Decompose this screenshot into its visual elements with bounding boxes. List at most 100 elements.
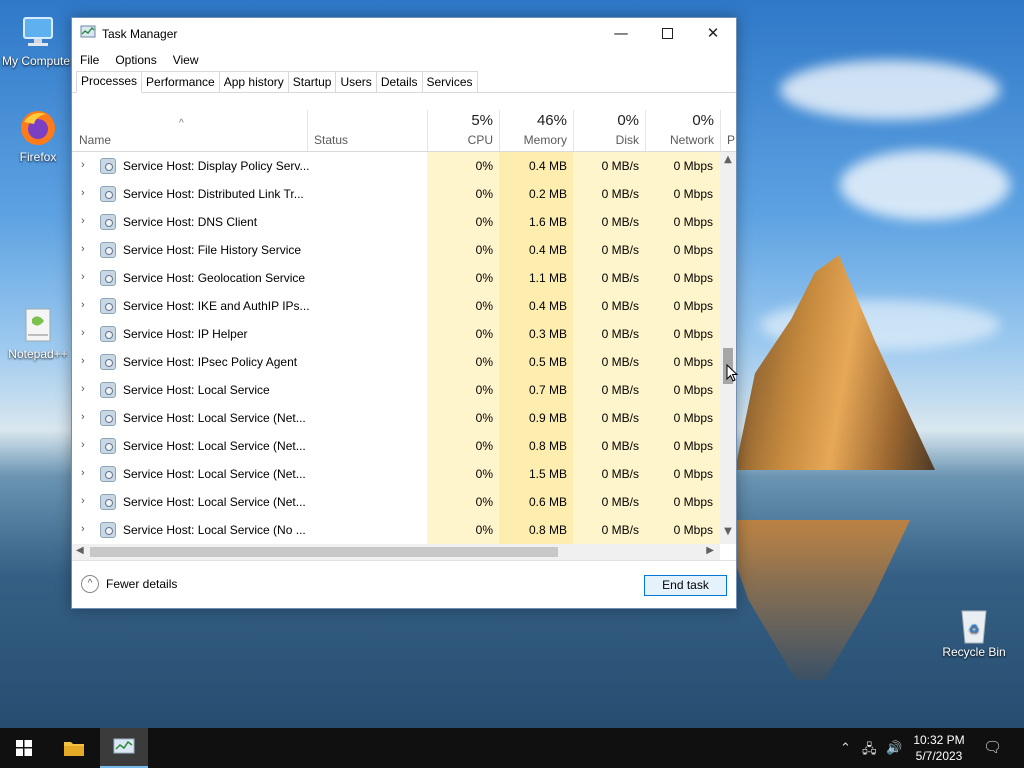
scroll-right-icon[interactable]: ▶	[706, 545, 714, 556]
chevron-right-icon[interactable]: ›	[81, 159, 85, 171]
vertical-scrollbar[interactable]: ▲ ▼	[720, 152, 736, 544]
chevron-right-icon[interactable]: ›	[81, 215, 85, 227]
chevron-right-icon[interactable]: ›	[81, 467, 85, 479]
desktop-icon-recycle-bin[interactable]: ♻ Recycle Bin	[936, 603, 1012, 659]
horizontal-scroll-thumb[interactable]	[90, 547, 558, 557]
table-row[interactable]: › Service Host: Local Service (Net... 0% 0.…	[72, 404, 720, 432]
tab-processes[interactable]: Processes	[76, 71, 143, 93]
taskbar-task-manager[interactable]	[100, 728, 148, 768]
scroll-down-icon[interactable]: ▼	[720, 526, 736, 542]
table-row[interactable]: › Service Host: Display Policy Serv... 0% 0…	[72, 152, 720, 180]
process-cpu: 0%	[475, 383, 493, 397]
system-clock[interactable]: 10:32 PM 5/7/2023	[905, 732, 973, 764]
table-row[interactable]: › Service Host: Local Service (Net... 0% 0.…	[72, 488, 720, 516]
table-row[interactable]: › Service Host: IP Helper 0% 0.3 MB 0 MB/s 0 …	[72, 320, 720, 348]
service-gear-icon	[100, 466, 116, 482]
tab-bar: Processes Performance App history Startu…	[72, 71, 736, 93]
tab-startup[interactable]: Startup	[287, 71, 337, 92]
process-cpu: 0%	[475, 271, 493, 285]
chevron-right-icon[interactable]: ›	[81, 439, 85, 451]
network-icon[interactable]: 🖧	[862, 740, 877, 762]
power-label: P	[727, 133, 736, 147]
process-memory: 1.1 MB	[528, 271, 567, 285]
table-row[interactable]: › Service Host: File History Service 0% 0.4…	[72, 236, 720, 264]
minimize-button[interactable]: —	[598, 18, 644, 48]
close-button[interactable]: ✕	[690, 18, 736, 48]
chevron-right-icon[interactable]: ›	[81, 495, 85, 507]
column-header-name[interactable]: Name	[79, 133, 111, 147]
tab-performance[interactable]: Performance	[141, 71, 220, 92]
table-row[interactable]: › Service Host: Local Service (Net... 0% 0.…	[72, 432, 720, 460]
service-gear-icon	[100, 494, 116, 510]
column-header-disk[interactable]: 0% Disk	[573, 110, 645, 151]
service-gear-icon	[100, 410, 116, 426]
desktop-icon-label: My Computer	[1, 54, 75, 68]
service-gear-icon	[100, 186, 116, 202]
menu-file[interactable]: File	[80, 53, 99, 67]
column-header-cpu[interactable]: 5% CPU	[427, 110, 499, 151]
chevron-right-icon[interactable]: ›	[81, 243, 85, 255]
folder-icon	[64, 742, 84, 756]
table-row[interactable]: › Service Host: IKE and AuthIP IPs... 0% 0.…	[72, 292, 720, 320]
start-button[interactable]	[0, 728, 48, 768]
menu-options[interactable]: Options	[115, 53, 156, 67]
process-disk: 0 MB/s	[601, 355, 639, 369]
recycle-bin-icon: ♻	[954, 603, 994, 644]
table-row[interactable]: › Service Host: Distributed Link Tr... 0% 0…	[72, 180, 720, 208]
table-row[interactable]: › Service Host: DNS Client 0% 1.6 MB 0 MB/s 0…	[72, 208, 720, 236]
title-bar[interactable]: Task Manager — ✕	[72, 18, 736, 49]
fewer-details-link[interactable]: Fewer details	[106, 577, 177, 591]
menu-view[interactable]: View	[173, 53, 199, 67]
chevron-right-icon[interactable]: ›	[81, 327, 85, 339]
status-label: Status	[314, 133, 349, 147]
process-name: Service Host: Distributed Link Tr...	[123, 187, 304, 201]
desktop-icon-label: Notepad++	[8, 347, 68, 361]
chevron-right-icon[interactable]: ›	[81, 355, 85, 367]
maximize-button[interactable]	[644, 18, 690, 48]
column-header-network[interactable]: 0% Network	[645, 110, 720, 151]
scroll-up-icon[interactable]: ▲	[720, 154, 736, 170]
table-row[interactable]: › Service Host: IPsec Policy Agent 0% 0.5 M…	[72, 348, 720, 376]
process-name: Service Host: Local Service (No ...	[123, 523, 306, 537]
cloud	[840, 150, 1010, 220]
table-row[interactable]: › Service Host: Local Service (Net... 0% 1.…	[72, 460, 720, 488]
chevron-right-icon[interactable]: ›	[81, 383, 85, 395]
tab-services[interactable]: Services	[421, 71, 478, 92]
service-gear-icon	[100, 382, 116, 398]
process-name: Service Host: Local Service (Net...	[123, 439, 306, 453]
table-row[interactable]: › Service Host: Geolocation Service 0% 1.1 …	[72, 264, 720, 292]
chevron-right-icon[interactable]: ›	[81, 187, 85, 199]
task-manager-taskbar-icon	[113, 738, 135, 754]
tab-details[interactable]: Details	[375, 71, 423, 92]
notifications-icon[interactable]: 🗨	[983, 738, 1002, 756]
footer-bar: ^ Fewer details End task	[72, 560, 736, 608]
tab-users[interactable]: Users	[335, 71, 377, 92]
chevron-up-circle-icon[interactable]: ^	[81, 575, 99, 593]
chevron-right-icon[interactable]: ›	[81, 411, 85, 423]
process-network: 0 Mbps	[673, 383, 713, 397]
horizontal-scrollbar[interactable]: ◀ ▶	[72, 544, 720, 560]
tab-app-history[interactable]: App history	[218, 71, 289, 92]
service-gear-icon	[100, 298, 116, 314]
chevron-right-icon[interactable]: ›	[81, 299, 85, 311]
taskbar-file-explorer[interactable]	[50, 728, 98, 768]
column-header-memory[interactable]: 46% Memory	[499, 110, 573, 151]
volume-icon[interactable]: 🔊	[886, 740, 902, 756]
desktop-icon-my-computer[interactable]: My Computer	[0, 12, 76, 68]
service-gear-icon	[100, 158, 116, 174]
notepadpp-icon	[18, 305, 58, 345]
process-memory: 0.9 MB	[528, 411, 567, 425]
desktop-icon-notepadpp[interactable]: Notepad++	[0, 305, 76, 361]
chevron-right-icon[interactable]: ›	[81, 523, 85, 535]
table-row[interactable]: › Service Host: Local Service 0% 0.7 MB 0 MB…	[72, 376, 720, 404]
column-header-power[interactable]: P	[720, 110, 736, 151]
desktop-icon-firefox[interactable]: Firefox	[0, 108, 76, 164]
chevron-right-icon[interactable]: ›	[81, 271, 85, 283]
end-task-button[interactable]: End task	[644, 575, 727, 596]
table-row[interactable]: › Service Host: Local Service (No ... 0% 0.…	[72, 516, 720, 544]
close-icon: ✕	[706, 24, 720, 42]
chevron-up-icon[interactable]: ⌃	[840, 740, 851, 756]
column-header-status[interactable]: Status	[307, 110, 427, 151]
scroll-left-icon[interactable]: ◀	[76, 545, 84, 556]
process-memory: 0.8 MB	[528, 439, 567, 453]
